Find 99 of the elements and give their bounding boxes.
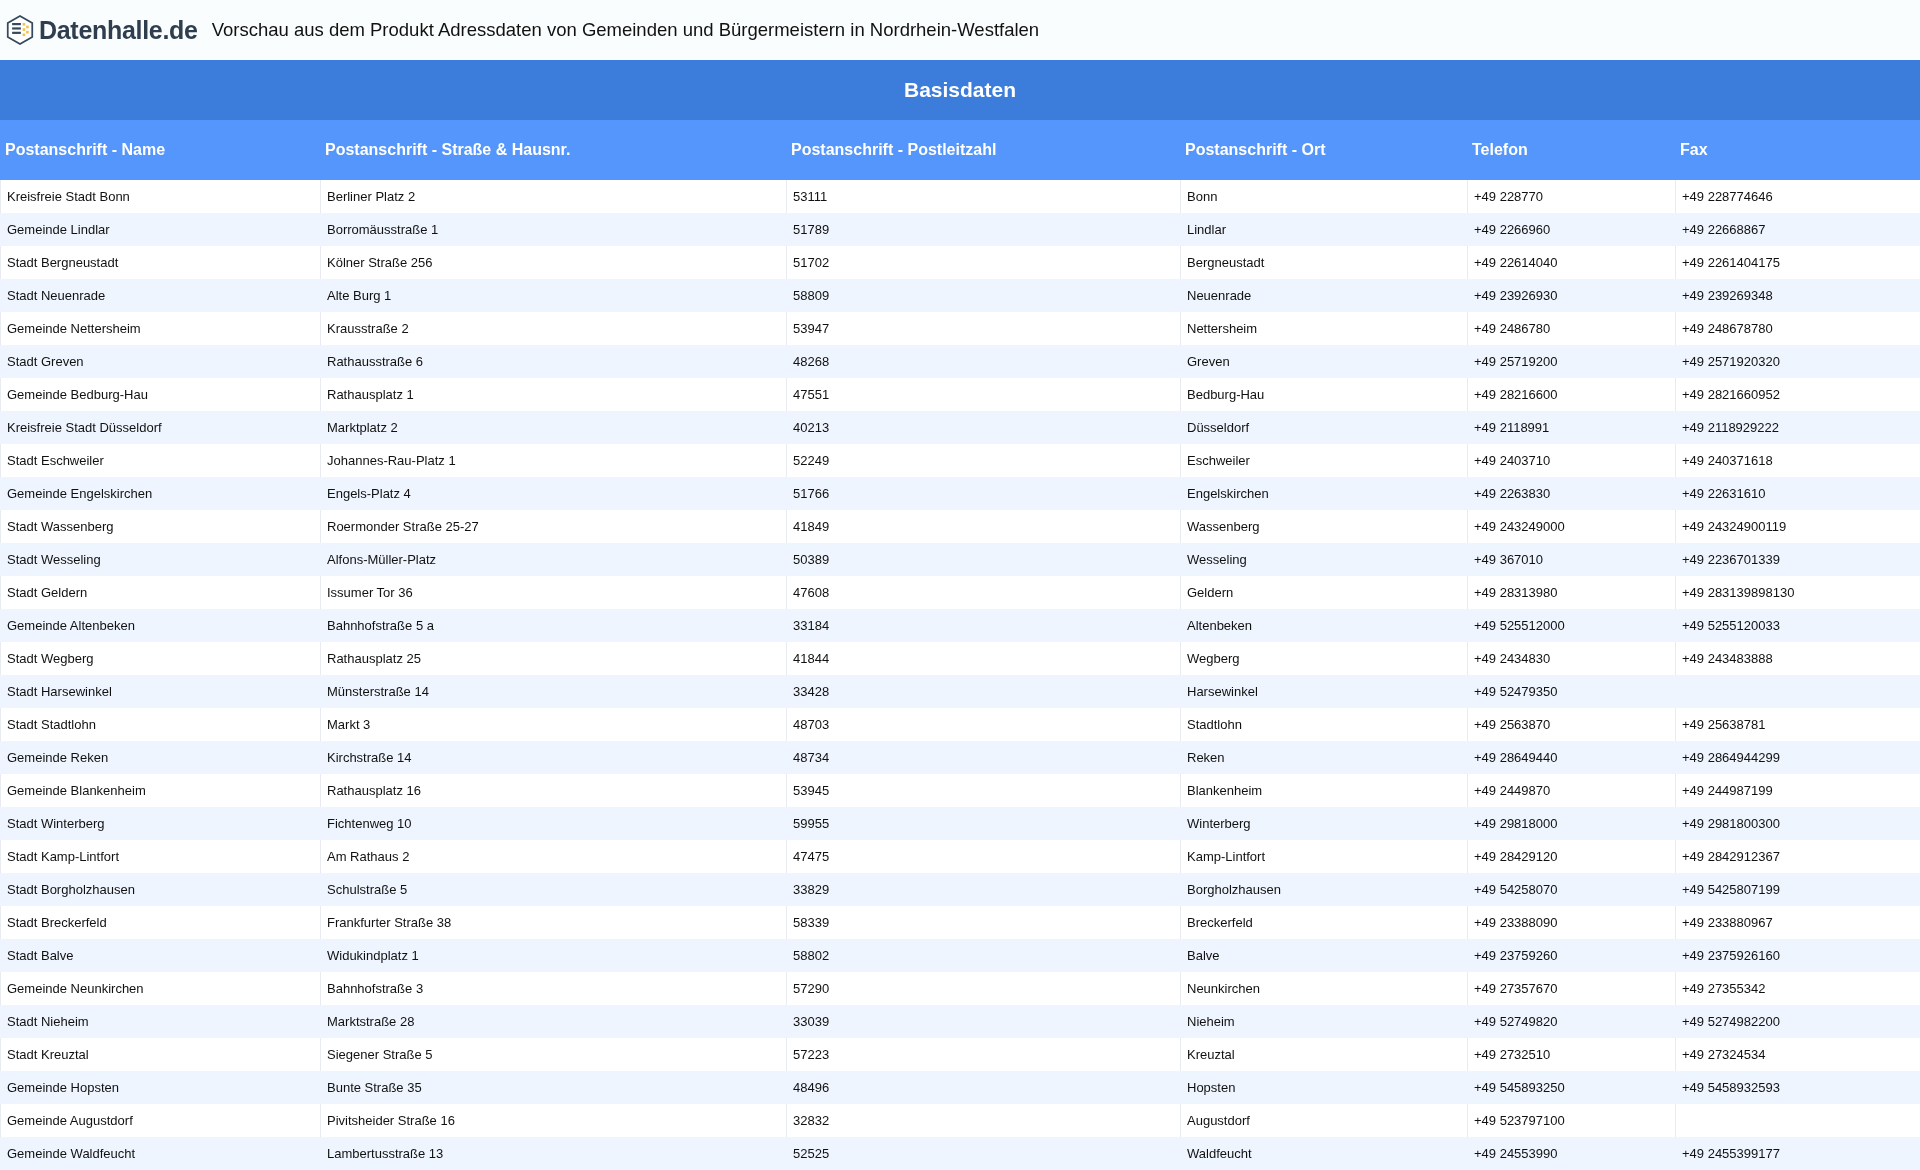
table-cell: Gemeinde Engelskirchen	[0, 477, 320, 510]
table-cell: Münsterstraße 14	[320, 675, 786, 708]
table-cell: Lambertusstraße 13	[320, 1137, 786, 1170]
table-cell: Wesseling	[1180, 543, 1467, 576]
table-cell: +49 2118929222	[1675, 411, 1920, 444]
table-cell: +49 545893250	[1467, 1071, 1675, 1104]
table-cell: Greven	[1180, 345, 1467, 378]
table-cell: +49 2375926160	[1675, 939, 1920, 972]
table-cell: +49 25719200	[1467, 345, 1675, 378]
column-header: Postanschrift - Postleitzahl	[786, 120, 1180, 180]
table-cell: 51789	[786, 213, 1180, 246]
column-header: Fax	[1675, 120, 1920, 180]
table-cell: Gemeinde Waldfeucht	[0, 1137, 320, 1170]
table-cell: +49 29818000	[1467, 807, 1675, 840]
table-cell: +49 367010	[1467, 543, 1675, 576]
table-cell: 59955	[786, 807, 1180, 840]
table-cell: Lindlar	[1180, 213, 1467, 246]
table-cell: +49 23759260	[1467, 939, 1675, 972]
column-header: Postanschrift - Ort	[1180, 120, 1467, 180]
table-cell: +49 28649440	[1467, 741, 1675, 774]
table-cell: Widukindplatz 1	[320, 939, 786, 972]
table-cell: Schulstraße 5	[320, 873, 786, 906]
table-cell: Gemeinde Lindlar	[0, 213, 320, 246]
table-cell: +49 5255120033	[1675, 609, 1920, 642]
table-cell: +49 22668867	[1675, 213, 1920, 246]
table-cell: +49 5425807199	[1675, 873, 1920, 906]
table-cell: +49 2455399177	[1675, 1137, 1920, 1170]
table-cell: 33829	[786, 873, 1180, 906]
table-cell: 48268	[786, 345, 1180, 378]
table-cell: +49 239269348	[1675, 279, 1920, 312]
logo-text[interactable]: Datenhalle.de	[39, 15, 198, 45]
table-cell: Stadt Winterberg	[0, 807, 320, 840]
table-cell: Stadt Balve	[0, 939, 320, 972]
table-cell: +49 2864944299	[1675, 741, 1920, 774]
table-cell: +49 22631610	[1675, 477, 1920, 510]
table-cell: Stadt Wesseling	[0, 543, 320, 576]
table-cell: 33428	[786, 675, 1180, 708]
table-cell: +49 5274982200	[1675, 1005, 1920, 1038]
table-cell: Hopsten	[1180, 1071, 1467, 1104]
table-cell: +49 2981800300	[1675, 807, 1920, 840]
table-cell: +49 5458932593	[1675, 1071, 1920, 1104]
table-cell: +49 2236701339	[1675, 543, 1920, 576]
table-cell: 33184	[786, 609, 1180, 642]
table-cell: 51766	[786, 477, 1180, 510]
table-cell: Borgholzhausen	[1180, 873, 1467, 906]
table-cell: Neuenrade	[1180, 279, 1467, 312]
table-cell: 50389	[786, 543, 1180, 576]
table-cell: 33039	[786, 1005, 1180, 1038]
table-cell: Kreisfreie Stadt Düsseldorf	[0, 411, 320, 444]
table-cell: Düsseldorf	[1180, 411, 1467, 444]
table-cell: Reken	[1180, 741, 1467, 774]
column-header: Telefon	[1467, 120, 1675, 180]
column-header: Postanschrift - Straße & Hausnr.	[320, 120, 786, 180]
table-cell: Bahnhofstraße 5 a	[320, 609, 786, 642]
table-cell: +49 525512000	[1467, 609, 1675, 642]
table-cell: Gemeinde Reken	[0, 741, 320, 774]
table-cell: Rathausstraße 6	[320, 345, 786, 378]
table-cell: +49 23926930	[1467, 279, 1675, 312]
table-cell: Alfons-Müller-Platz	[320, 543, 786, 576]
table-cell: Waldfeucht	[1180, 1137, 1467, 1170]
table-cell: Winterberg	[1180, 807, 1467, 840]
table-cell: Stadt Nieheim	[0, 1005, 320, 1038]
table-cell: 58802	[786, 939, 1180, 972]
table-cell: Stadt Borgholzhausen	[0, 873, 320, 906]
table-cell: +49 2571920320	[1675, 345, 1920, 378]
table-cell: Stadt Harsewinkel	[0, 675, 320, 708]
table-cell: 48734	[786, 741, 1180, 774]
table-cell: +49 54258070	[1467, 873, 1675, 906]
table-cell: Engelskirchen	[1180, 477, 1467, 510]
table-cell: Gemeinde Hopsten	[0, 1071, 320, 1104]
table-cell: Nieheim	[1180, 1005, 1467, 1038]
page-title: Vorschau aus dem Produkt Adressdaten von Gemeinden und Bürgermeistern in Nordrhein-Westfalen	[211, 19, 1040, 41]
table-cell: Stadt Greven	[0, 345, 320, 378]
table-cell: 58809	[786, 279, 1180, 312]
table-cell: +49 2263830	[1467, 477, 1675, 510]
table-cell: 40213	[786, 411, 1180, 444]
table-cell: Alte Burg 1	[320, 279, 786, 312]
table-cell: Bunte Straße 35	[320, 1071, 786, 1104]
table-cell: Engels-Platz 4	[320, 477, 786, 510]
table-cell: Balve	[1180, 939, 1467, 972]
table-cell: 52525	[786, 1137, 1180, 1170]
table-cell: Gemeinde Altenbeken	[0, 609, 320, 642]
table-cell: +49 2266960	[1467, 213, 1675, 246]
table-cell: Stadt Neuenrade	[0, 279, 320, 312]
table-cell: Altenbeken	[1180, 609, 1467, 642]
table-cell: Harsewinkel	[1180, 675, 1467, 708]
table-cell: Borromäusstraße 1	[320, 213, 786, 246]
table-cell: +49 24553990	[1467, 1137, 1675, 1170]
table-cell: Marktstraße 28	[320, 1005, 786, 1038]
table-cell: 48496	[786, 1071, 1180, 1104]
table-cell: Marktplatz 2	[320, 411, 786, 444]
column-header: Postanschrift - Name	[0, 120, 320, 180]
group-header: Basisdaten	[0, 60, 1920, 120]
table-cell: Fichtenweg 10	[320, 807, 786, 840]
table-cell: +49 52479350	[1467, 675, 1675, 708]
table-cell: +49 2118991	[1467, 411, 1675, 444]
logo-icon	[6, 15, 34, 45]
table-cell: Kirchstraße 14	[320, 741, 786, 774]
table-cell: +49 52749820	[1467, 1005, 1675, 1038]
